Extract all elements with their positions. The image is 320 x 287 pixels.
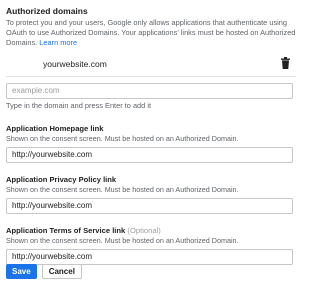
homepage-link-field: Application Homepage link Shown on the c… (6, 124, 296, 163)
homepage-link-label: Application Homepage link (6, 124, 104, 133)
save-button[interactable]: Save (6, 264, 37, 279)
terms-of-service-link-input[interactable]: http://yourwebsite.com (6, 249, 293, 265)
domain-list-item: yourwebsite.com (6, 54, 296, 77)
privacy-policy-link-field: Application Privacy Policy link Shown on… (6, 175, 296, 214)
terms-of-service-link-field: Application Terms of Service link (Optio… (6, 226, 296, 265)
new-domain-hint: Type in the domain and press Enter to ad… (6, 101, 152, 110)
terms-of-service-link-subtitle: Shown on the consent screen. Must be hos… (6, 236, 239, 245)
optional-tag: (Optional) (127, 226, 161, 235)
learn-more-link[interactable]: Learn more (39, 38, 77, 47)
privacy-policy-link-input[interactable]: http://yourwebsite.com (6, 198, 293, 214)
homepage-link-input[interactable]: http://yourwebsite.com (6, 147, 293, 163)
new-domain-input[interactable]: example.com (6, 83, 293, 99)
homepage-link-subtitle: Shown on the consent screen. Must be hos… (6, 134, 239, 143)
domain-name: yourwebsite.com (43, 59, 107, 69)
authorized-domains-heading: Authorized domains (6, 6, 88, 16)
new-domain-field: example.com Type in the domain and press… (6, 83, 296, 111)
authorized-domains-description: To protect you and your users, Google on… (6, 18, 296, 48)
privacy-policy-link-label: Application Privacy Policy link (6, 175, 117, 184)
terms-of-service-link-label: Application Terms of Service link (Optio… (6, 226, 296, 236)
cancel-button[interactable]: Cancel (41, 264, 82, 279)
privacy-policy-link-subtitle: Shown on the consent screen. Must be hos… (6, 185, 239, 194)
trash-icon[interactable] (281, 57, 290, 69)
form-actions: Save Cancel (6, 264, 82, 279)
terms-of-service-link-title: Application Terms of Service link (6, 226, 126, 235)
oauth-settings-form: Authorized domains To protect you and yo… (6, 0, 296, 265)
